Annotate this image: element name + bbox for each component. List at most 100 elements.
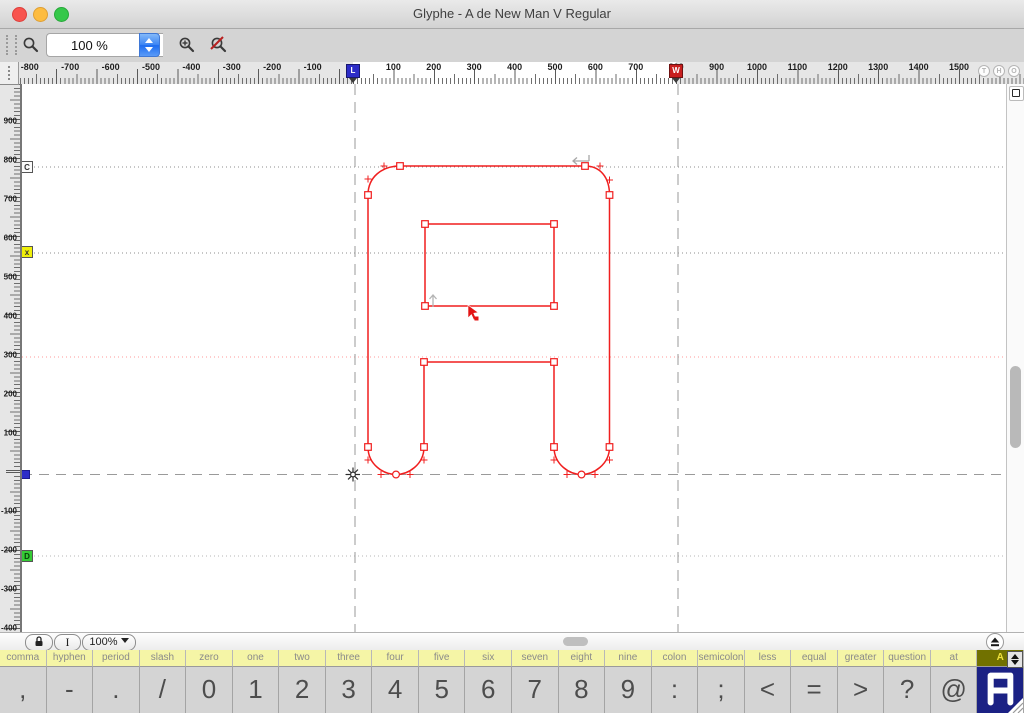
text-cursor-button[interactable]: I — [54, 634, 81, 651]
palette-cell-period[interactable]: period. — [93, 650, 140, 713]
glyph-canvas[interactable]: Cx D — [22, 84, 1008, 632]
view-zoom-label: 100% — [89, 636, 118, 648]
control-point[interactable] — [550, 443, 558, 451]
vertical-scrollbar[interactable] — [1006, 84, 1024, 632]
vertical-ruler[interactable]: 900 800 700 600 500 400 300 200 100 -100 -200 -300 -… — [0, 84, 22, 632]
control-point[interactable] — [364, 191, 372, 199]
h-ruler-tick-label: 300 — [466, 62, 482, 72]
vertical-scrollbar-thumb[interactable] — [1010, 366, 1021, 448]
control-point[interactable] — [605, 191, 614, 199]
palette-cell-one[interactable]: one 1 — [232, 650, 280, 713]
glyph-counter-outline[interactable] — [424, 223, 555, 307]
h-ruler-tick-label: 400 — [507, 62, 523, 72]
ruler-option-icon-H[interactable]: H — [993, 65, 1005, 77]
toolbar-drag-handle[interactable] — [6, 35, 17, 55]
palette-cell-hyphen[interactable]: hyphen - — [46, 650, 94, 713]
palette-cell-label: four — [372, 650, 419, 667]
palette-cell-six[interactable]: six 6 — [465, 650, 513, 713]
curve-point[interactable] — [577, 470, 586, 479]
control-point[interactable] — [421, 302, 429, 310]
palette-cell-glyph: = — [791, 667, 838, 713]
cap-height-marker[interactable]: C — [22, 161, 33, 173]
baseline-marker[interactable] — [22, 469, 30, 479]
palette-cell-question[interactable]: question? — [884, 650, 931, 713]
palette-cell-label: greater — [837, 650, 885, 667]
glyph-page-stepper[interactable] — [1007, 651, 1023, 668]
palette-cell-glyph: , — [0, 667, 47, 713]
ruler-option-icon-T[interactable]: T — [978, 65, 990, 77]
control-point[interactable] — [550, 220, 558, 228]
view-zoom-dropdown[interactable]: 100% — [82, 634, 136, 651]
v-ruler-tick-label: 200 — [3, 389, 17, 399]
palette-cell-eight[interactable]: eight 8 — [558, 650, 606, 713]
h-ruler-tick-label: 700 — [628, 62, 644, 72]
palette-cell-label: two — [279, 650, 326, 667]
glyph-outline[interactable] — [367, 165, 611, 476]
palette-cell-at[interactable]: at @ — [930, 650, 978, 713]
x-height-marker[interactable]: x — [22, 246, 33, 258]
horizontal-scrollbar-thumb[interactable] — [563, 637, 588, 646]
palette-cell-label: equal — [791, 650, 838, 667]
collapse-palette-button[interactable] — [986, 633, 1004, 651]
advance-width-marker[interactable]: W — [669, 64, 683, 78]
palette-cell-three[interactable]: three 3 — [325, 650, 373, 713]
lock-icon — [35, 636, 43, 646]
ruler-option-icon-O[interactable]: O — [1008, 65, 1020, 77]
palette-cell-nine[interactable]: nine 9 — [605, 650, 652, 713]
page-proxy-icon[interactable] — [1009, 86, 1024, 101]
eject-icon — [990, 637, 1000, 647]
palette-cell-four[interactable]: four 4 — [372, 650, 419, 713]
v-ruler-tick-label: 800 — [3, 155, 17, 165]
control-point[interactable] — [421, 220, 429, 228]
palette-cell-glyph: 2 — [279, 667, 326, 713]
control-point[interactable] — [420, 443, 428, 451]
magnifier-icon — [23, 37, 39, 53]
palette-cell-glyph: . — [93, 667, 140, 713]
palette-cell-zero[interactable]: zero 0 — [186, 650, 233, 713]
control-point[interactable] — [550, 358, 558, 366]
mouse-cursor-dot — [474, 316, 479, 321]
h-ruler-tick-label: -300 — [222, 62, 241, 72]
control-point[interactable] — [581, 162, 589, 170]
palette-cell-glyph: > — [837, 667, 885, 713]
titlebar: Glyphe - A de New Man V Regular — [0, 0, 1024, 29]
palette-cell-seven[interactable]: seven 7 — [512, 650, 559, 713]
palette-cell-glyph: : — [651, 667, 699, 713]
palette-cell-slash[interactable]: slash / — [139, 650, 187, 713]
zoom-stepper[interactable] — [139, 33, 160, 57]
palette-cell-equal[interactable]: equal = — [791, 650, 838, 713]
palette-cell-glyph — [977, 667, 1024, 713]
ruler-origin-box[interactable] — [0, 62, 19, 85]
zoom-in-icon[interactable] — [178, 36, 196, 54]
palette-cell-two[interactable]: two 2 — [279, 650, 326, 713]
palette-cell-label: nine — [605, 650, 652, 667]
control-point[interactable] — [550, 302, 558, 310]
control-point[interactable] — [420, 358, 428, 366]
v-ruler-tick-label: -200 — [0, 545, 17, 555]
palette-cell-five[interactable]: five 5 — [418, 650, 466, 713]
palette-cell-colon[interactable]: colon: — [651, 650, 699, 713]
control-point[interactable] — [364, 443, 372, 451]
palette-cell-semicolon[interactable]: semicolon; — [698, 650, 745, 713]
palette-cell-comma[interactable]: comma, — [0, 650, 47, 713]
horizontal-ruler[interactable]: -800 -700 -600 -500 -400 -300 -200 -100 100 200 30… — [0, 62, 1024, 85]
h-ruler-tick-label: -400 — [182, 62, 201, 72]
lock-button[interactable] — [25, 634, 53, 651]
curve-point[interactable] — [392, 470, 401, 479]
palette-cell-glyph: ? — [884, 667, 931, 713]
resize-grip[interactable] — [1008, 698, 1024, 713]
left-sidebearing-marker[interactable]: L — [346, 64, 360, 78]
glyph-editor-window: { "window": { "title": "Glyphe - A de Ne… — [0, 0, 1024, 713]
h-ruler-tick-label: -600 — [101, 62, 120, 72]
palette-cell-greater[interactable]: greater > — [837, 650, 885, 713]
control-point[interactable] — [605, 443, 614, 451]
h-ruler-tick-label: 1300 — [868, 62, 889, 72]
palette-cell-label: at — [930, 650, 978, 667]
palette-cell-label: slash — [139, 650, 187, 667]
palette-cell-less[interactable]: less < — [744, 650, 792, 713]
descender-marker[interactable]: D — [22, 550, 33, 562]
h-ruler-tick-label: 100 — [385, 62, 401, 72]
control-point[interactable] — [396, 162, 404, 170]
no-zoom-icon[interactable] — [208, 36, 228, 54]
v-ruler-tick-label: 900 — [3, 116, 17, 126]
